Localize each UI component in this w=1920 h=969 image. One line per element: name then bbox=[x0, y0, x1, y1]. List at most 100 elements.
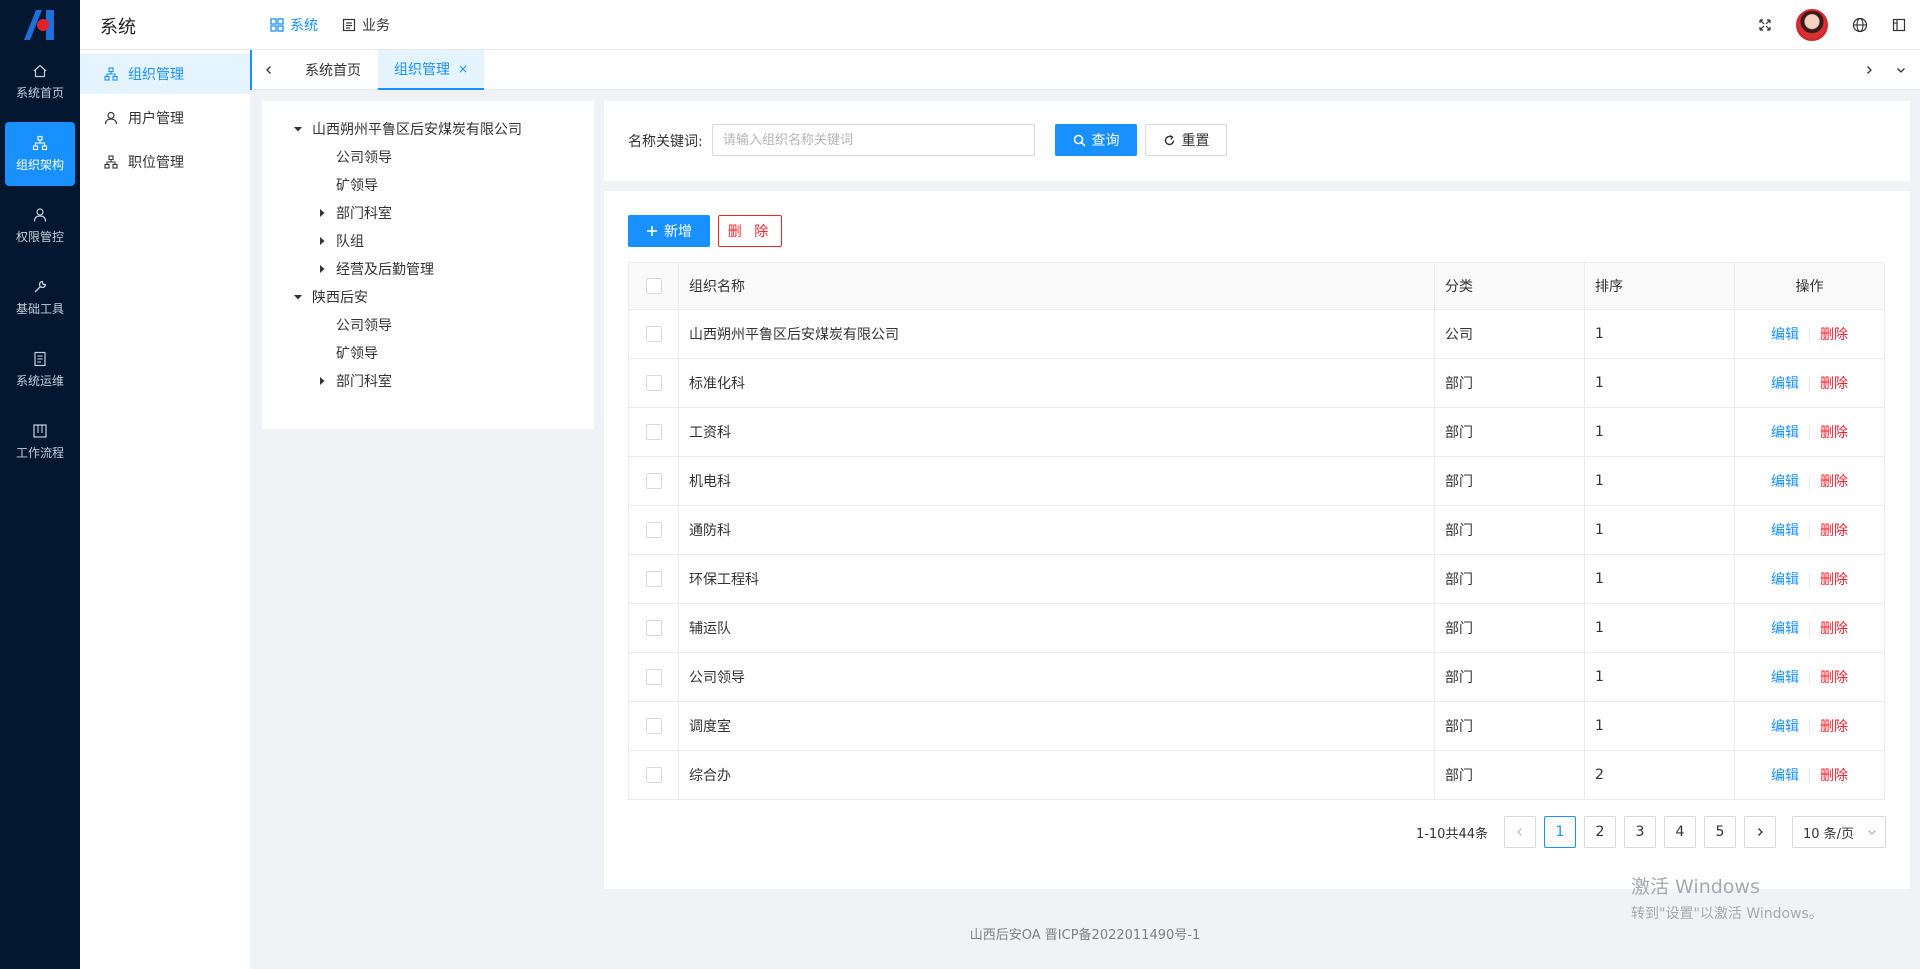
tree-node[interactable]: 部门科室 bbox=[314, 369, 392, 393]
top-nav-system[interactable]: 系统 bbox=[270, 15, 318, 35]
reset-button[interactable]: 重置 bbox=[1145, 124, 1227, 156]
tab-scroll-left[interactable] bbox=[254, 50, 284, 90]
row-checkbox[interactable] bbox=[645, 767, 662, 783]
search-input[interactable] bbox=[712, 124, 1035, 156]
rail-item-org-tree[interactable]: 组织架构 bbox=[5, 122, 75, 186]
edit-link[interactable]: 编辑 bbox=[1771, 376, 1799, 392]
fullscreen-button[interactable] bbox=[1758, 18, 1772, 32]
add-button[interactable]: 新增 bbox=[628, 215, 710, 247]
caret-right-icon[interactable] bbox=[314, 201, 330, 225]
row-checkbox[interactable] bbox=[645, 718, 662, 734]
page-button-5[interactable]: 5 bbox=[1704, 816, 1736, 848]
delete-link[interactable]: 删除 bbox=[1820, 572, 1848, 588]
row-checkbox[interactable] bbox=[645, 473, 662, 489]
tree-node[interactable]: 公司领导 bbox=[314, 313, 392, 337]
query-button[interactable]: 查询 bbox=[1055, 124, 1137, 156]
order-cell: 1 bbox=[1584, 309, 1735, 359]
edit-link[interactable]: 编辑 bbox=[1771, 523, 1799, 539]
edit-link[interactable]: 编辑 bbox=[1771, 572, 1799, 588]
caret-right-icon[interactable] bbox=[314, 257, 330, 281]
category-cell: 公司 bbox=[1434, 309, 1585, 359]
sidebar-item-users[interactable]: 用户管理 bbox=[80, 98, 250, 138]
tree-node[interactable]: 矿领导 bbox=[314, 341, 378, 365]
page-button-4[interactable]: 4 bbox=[1664, 816, 1696, 848]
tab-home[interactable]: 系统首页 bbox=[289, 50, 377, 90]
category-cell: 部门 bbox=[1434, 358, 1585, 408]
row-checkbox[interactable] bbox=[645, 522, 662, 538]
top-nav-business[interactable]: 业务 bbox=[342, 15, 390, 35]
chevron-left-icon bbox=[266, 66, 271, 74]
tree-node[interactable]: 公司领导 bbox=[314, 145, 392, 169]
row-checkbox[interactable] bbox=[645, 424, 662, 440]
edit-link[interactable]: 编辑 bbox=[1771, 719, 1799, 735]
tab-menu-dropdown[interactable] bbox=[1886, 50, 1916, 90]
delete-link[interactable]: 删除 bbox=[1820, 719, 1848, 735]
edit-link[interactable]: 编辑 bbox=[1771, 474, 1799, 490]
layout-toggle-button[interactable] bbox=[1892, 18, 1906, 32]
prev-page-button[interactable] bbox=[1504, 816, 1536, 848]
tab-bar: 系统首页 组织管理 × bbox=[250, 50, 1920, 90]
delete-link[interactable]: 删除 bbox=[1820, 474, 1848, 490]
user-icon bbox=[32, 207, 48, 223]
row-checkbox[interactable] bbox=[645, 571, 662, 587]
tree-node[interactable]: 队组 bbox=[314, 229, 364, 253]
caret-down-icon[interactable] bbox=[290, 117, 306, 141]
delete-link[interactable]: 删除 bbox=[1820, 523, 1848, 539]
row-checkbox[interactable] bbox=[645, 375, 662, 391]
app-title: 系统 bbox=[100, 17, 136, 38]
edit-link[interactable]: 编辑 bbox=[1771, 670, 1799, 686]
tree-node[interactable]: 经营及后勤管理 bbox=[314, 257, 434, 281]
bulk-delete-label: 删 除 bbox=[727, 224, 773, 240]
edit-link[interactable]: 编辑 bbox=[1771, 425, 1799, 441]
category-cell: 部门 bbox=[1434, 750, 1585, 800]
page-button-2[interactable]: 2 bbox=[1584, 816, 1616, 848]
list-doc-icon bbox=[342, 18, 356, 32]
rail-item-user[interactable]: 权限管控 bbox=[5, 194, 75, 258]
row-checkbox[interactable] bbox=[645, 669, 662, 685]
org-name-cell: 标准化科 bbox=[678, 358, 1435, 408]
actions-cell: 编辑 删除 bbox=[1734, 407, 1885, 457]
caret-right-icon[interactable] bbox=[314, 229, 330, 253]
tree-node[interactable]: 山西朔州平鲁区后安煤炭有限公司 bbox=[290, 117, 522, 141]
tab-scroll-right[interactable] bbox=[1854, 50, 1884, 90]
edit-link[interactable]: 编辑 bbox=[1771, 327, 1799, 343]
tree-node[interactable]: 部门科室 bbox=[314, 201, 392, 225]
bulk-delete-button[interactable]: 删 除 bbox=[718, 215, 782, 247]
caret-right-icon[interactable] bbox=[314, 369, 330, 393]
wrench-icon bbox=[32, 279, 48, 295]
delete-link[interactable]: 删除 bbox=[1820, 670, 1848, 686]
rail-item-doc[interactable]: 系统运维 bbox=[5, 338, 75, 402]
row-checkbox[interactable] bbox=[645, 326, 662, 342]
column-header-order: 排序 bbox=[1584, 262, 1735, 310]
action-divider bbox=[1809, 622, 1810, 636]
edit-link[interactable]: 编辑 bbox=[1771, 768, 1799, 784]
app-logo[interactable] bbox=[0, 0, 80, 50]
tree-node[interactable]: 矿领导 bbox=[314, 173, 378, 197]
page-button-3[interactable]: 3 bbox=[1624, 816, 1656, 848]
rail-item-home[interactable]: 系统首页 bbox=[5, 50, 75, 114]
sidebar-item-org[interactable]: 组织管理 bbox=[80, 54, 250, 94]
tab-org[interactable]: 组织管理 × bbox=[378, 50, 485, 90]
delete-link[interactable]: 删除 bbox=[1820, 327, 1848, 343]
delete-link[interactable]: 删除 bbox=[1820, 425, 1848, 441]
tree-node[interactable]: 陕西后安 bbox=[290, 285, 368, 309]
select-all-checkbox[interactable] bbox=[645, 278, 662, 294]
delete-link[interactable]: 删除 bbox=[1820, 376, 1848, 392]
category-cell: 部门 bbox=[1434, 603, 1585, 653]
language-button[interactable] bbox=[1852, 17, 1868, 33]
close-icon[interactable]: × bbox=[458, 62, 468, 76]
rail-item-wrench[interactable]: 基础工具 bbox=[5, 266, 75, 330]
edit-link[interactable]: 编辑 bbox=[1771, 621, 1799, 637]
rail-item-flow[interactable]: 工作流程 bbox=[5, 410, 75, 474]
page-button-1[interactable]: 1 bbox=[1544, 816, 1576, 848]
delete-link[interactable]: 删除 bbox=[1820, 621, 1848, 637]
reset-button-label: 重置 bbox=[1181, 133, 1210, 149]
sidebar-item-positions[interactable]: 职位管理 bbox=[80, 142, 250, 182]
row-checkbox[interactable] bbox=[645, 620, 662, 636]
action-divider bbox=[1809, 671, 1810, 685]
page-size-select[interactable]: 10 条/页 bbox=[1792, 816, 1886, 848]
caret-down-icon[interactable] bbox=[290, 285, 306, 309]
delete-link[interactable]: 删除 bbox=[1820, 768, 1848, 784]
next-page-button[interactable] bbox=[1744, 816, 1776, 848]
user-avatar-button[interactable] bbox=[1796, 9, 1828, 41]
